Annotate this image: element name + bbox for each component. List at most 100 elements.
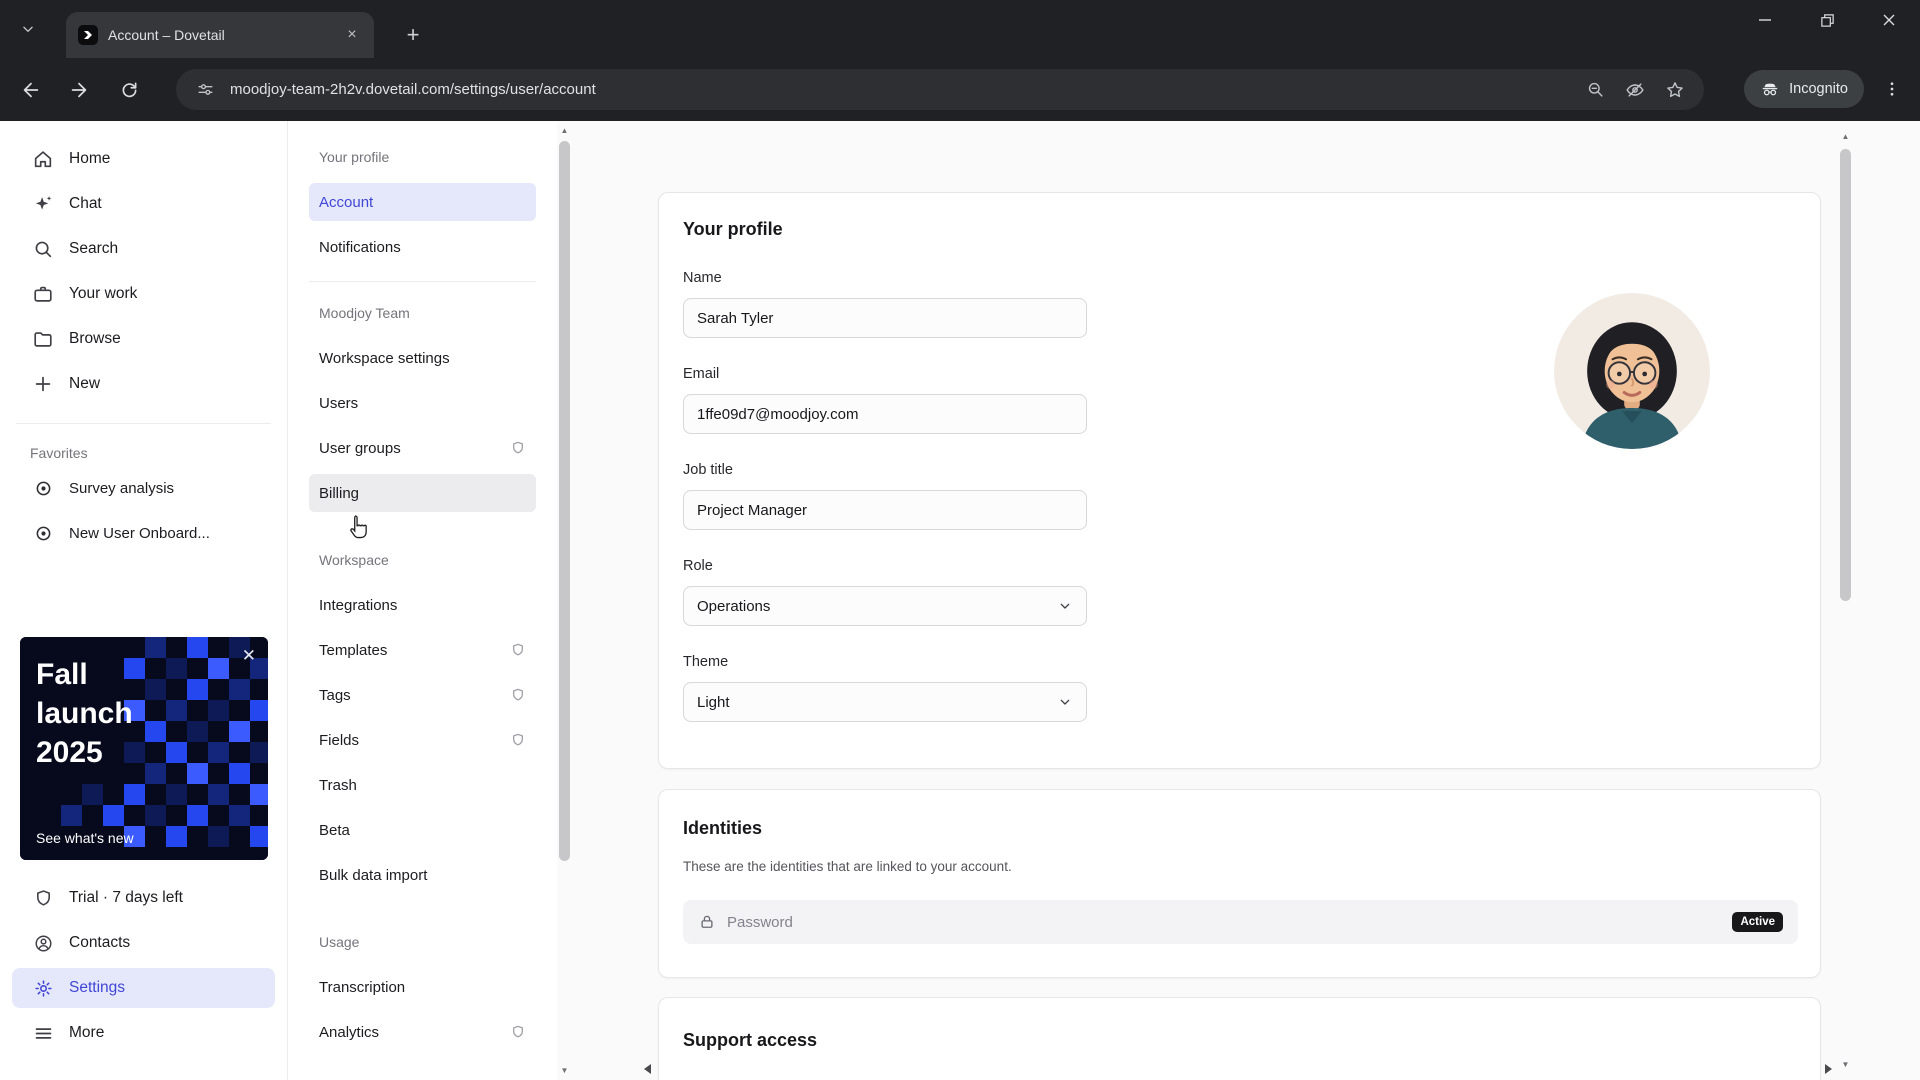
new-tab-button[interactable]: + xyxy=(398,20,428,50)
name-label: Name xyxy=(683,270,722,286)
settings-nav-notifications[interactable]: Notifications xyxy=(309,228,536,266)
screen: Account – Dovetail × + moodjoy-team-2h2v… xyxy=(0,0,1920,1080)
sidebar-item-more[interactable]: More xyxy=(12,1013,275,1053)
scroll-right-icon[interactable] xyxy=(1825,1064,1832,1074)
site-info-icon[interactable] xyxy=(190,75,220,105)
sidebar-footer: Trial · 7 days left Contacts Settings Mo… xyxy=(0,878,287,1058)
sidebar-item-contacts[interactable]: Contacts xyxy=(12,923,275,963)
back-button[interactable] xyxy=(14,73,48,107)
settings-nav-workspace-settings[interactable]: Workspace settings xyxy=(309,339,536,377)
browser-navbar: moodjoy-team-2h2v.dovetail.com/settings/… xyxy=(0,58,1920,121)
shield-badge-icon xyxy=(509,440,526,457)
job-title-input[interactable] xyxy=(683,490,1087,530)
scrollbar-thumb[interactable] xyxy=(1840,149,1851,601)
url-bar[interactable]: moodjoy-team-2h2v.dovetail.com/settings/… xyxy=(176,69,1704,110)
incognito-label: Incognito xyxy=(1789,81,1848,97)
favorite-item-new-user-onboarding[interactable]: New User Onboard... xyxy=(12,513,275,553)
settings-section-your-profile: Your profile xyxy=(319,149,390,165)
promo-cta[interactable]: See what's new xyxy=(36,830,134,846)
browser-menu-icon[interactable] xyxy=(1876,73,1908,105)
email-input[interactable] xyxy=(683,394,1087,434)
scroll-up-icon[interactable]: ▲ xyxy=(1838,129,1853,144)
scroll-left-icon[interactable] xyxy=(644,1064,651,1074)
settings-nav-user-groups[interactable]: User groups xyxy=(309,429,536,467)
sidebar-item-label: Trial · 7 days left xyxy=(69,889,183,906)
sidebar-item-label: New xyxy=(69,375,101,392)
plus-icon xyxy=(32,373,54,395)
sidebar-item-trial[interactable]: Trial · 7 days left xyxy=(12,878,275,918)
promo-title: Fall launch 2025 xyxy=(36,658,133,769)
settings-section-workspace: Workspace xyxy=(319,552,389,568)
sidebar-item-home[interactable]: Home xyxy=(12,139,275,179)
promo-close-icon[interactable]: ✕ xyxy=(242,647,256,664)
settings-nav-users[interactable]: Users xyxy=(309,384,536,422)
sidebar-item-search[interactable]: Search xyxy=(12,229,275,269)
chevron-down-icon xyxy=(23,26,33,32)
settings-nav-integrations[interactable]: Integrations xyxy=(309,586,536,624)
settings-nav-templates[interactable]: Templates xyxy=(309,631,536,669)
name-input[interactable] xyxy=(683,298,1087,338)
close-button[interactable] xyxy=(1858,0,1920,40)
settings-nav-transcription[interactable]: Transcription xyxy=(309,968,536,1006)
settings-nav-bulk-data-import[interactable]: Bulk data import xyxy=(309,856,536,894)
theme-label: Theme xyxy=(683,654,729,670)
browser-titlebar: Account – Dovetail × + xyxy=(0,0,1920,58)
tab-close-icon[interactable]: × xyxy=(342,25,362,45)
tab-title: Account – Dovetail xyxy=(108,27,225,43)
theme-select[interactable]: Light xyxy=(683,682,1087,722)
sidebar-item-label: Search xyxy=(69,240,119,257)
field-group-theme: Theme Light xyxy=(683,654,1796,722)
sidebar-item-new[interactable]: New xyxy=(12,364,275,404)
minimize-button[interactable] xyxy=(1734,0,1796,40)
scroll-down-icon[interactable]: ▼ xyxy=(1838,1057,1853,1072)
settings-nav-billing[interactable]: Billing xyxy=(309,474,536,512)
bookmark-star-icon[interactable] xyxy=(1660,75,1690,105)
settings-nav-analytics[interactable]: Analytics xyxy=(309,1013,536,1051)
menu-icon xyxy=(32,1022,54,1044)
eye-off-icon[interactable] xyxy=(1620,75,1650,105)
restore-button[interactable] xyxy=(1796,0,1858,40)
scrollbar-thumb[interactable] xyxy=(559,141,570,861)
job-title-label: Job title xyxy=(683,462,733,478)
settings-section-usage: Usage xyxy=(319,934,360,950)
settings-nav-tags[interactable]: Tags xyxy=(309,676,536,714)
favorite-item-survey-analysis[interactable]: Survey analysis xyxy=(12,468,275,508)
main-scrollbar[interactable]: ▲ ▼ xyxy=(1838,121,1853,1080)
field-group-job-title: Job title xyxy=(683,462,1796,558)
profile-card: Your profile Name Email Job title Role O xyxy=(658,192,1821,769)
settings-nav-trash[interactable]: Trash xyxy=(309,766,536,804)
person-circle-icon xyxy=(32,932,54,954)
shield-badge-icon xyxy=(509,687,526,704)
identities-card: Identities These are the identities that… xyxy=(658,789,1821,978)
incognito-icon xyxy=(1762,83,1778,96)
shield-icon xyxy=(32,887,54,909)
lock-icon xyxy=(701,915,713,928)
browser-tab[interactable]: Account – Dovetail × xyxy=(66,12,374,58)
promo-card[interactable]: ✕ Fall launch 2025 See what's new xyxy=(20,637,268,860)
identities-description: These are the identities that are linked… xyxy=(683,859,1012,874)
sidebar-item-chat[interactable]: Chat xyxy=(12,184,275,224)
scroll-up-icon[interactable]: ▲ xyxy=(557,123,572,138)
password-identity-row[interactable]: Password Active xyxy=(683,900,1798,944)
settings-main: Your profile Name Email Job title Role O xyxy=(572,121,1920,1080)
settings-nav-account[interactable]: Account xyxy=(309,183,536,221)
settings-nav-scrollbar[interactable]: ▲ ▼ xyxy=(557,121,572,1080)
scroll-down-icon[interactable]: ▼ xyxy=(557,1063,572,1078)
avatar[interactable] xyxy=(1554,293,1710,449)
gear-icon xyxy=(32,977,54,999)
tab-search-button[interactable] xyxy=(14,15,42,43)
window-controls xyxy=(1734,0,1920,40)
chevron-down-icon xyxy=(1060,603,1070,609)
sidebar-item-settings[interactable]: Settings xyxy=(12,968,275,1008)
settings-nav-beta[interactable]: Beta xyxy=(309,811,536,849)
reload-button[interactable] xyxy=(112,73,146,107)
settings-nav: Your profile Account Notifications Moodj… xyxy=(288,121,572,1080)
sidebar-item-your-work[interactable]: Your work xyxy=(12,274,275,314)
role-select[interactable]: Operations xyxy=(683,586,1087,626)
zoom-icon[interactable] xyxy=(1580,75,1610,105)
dovetail-favicon xyxy=(78,25,98,45)
forward-button[interactable] xyxy=(62,73,96,107)
sidebar-item-label: More xyxy=(69,1024,105,1041)
sidebar-item-browse[interactable]: Browse xyxy=(12,319,275,359)
settings-nav-fields[interactable]: Fields xyxy=(309,721,536,759)
